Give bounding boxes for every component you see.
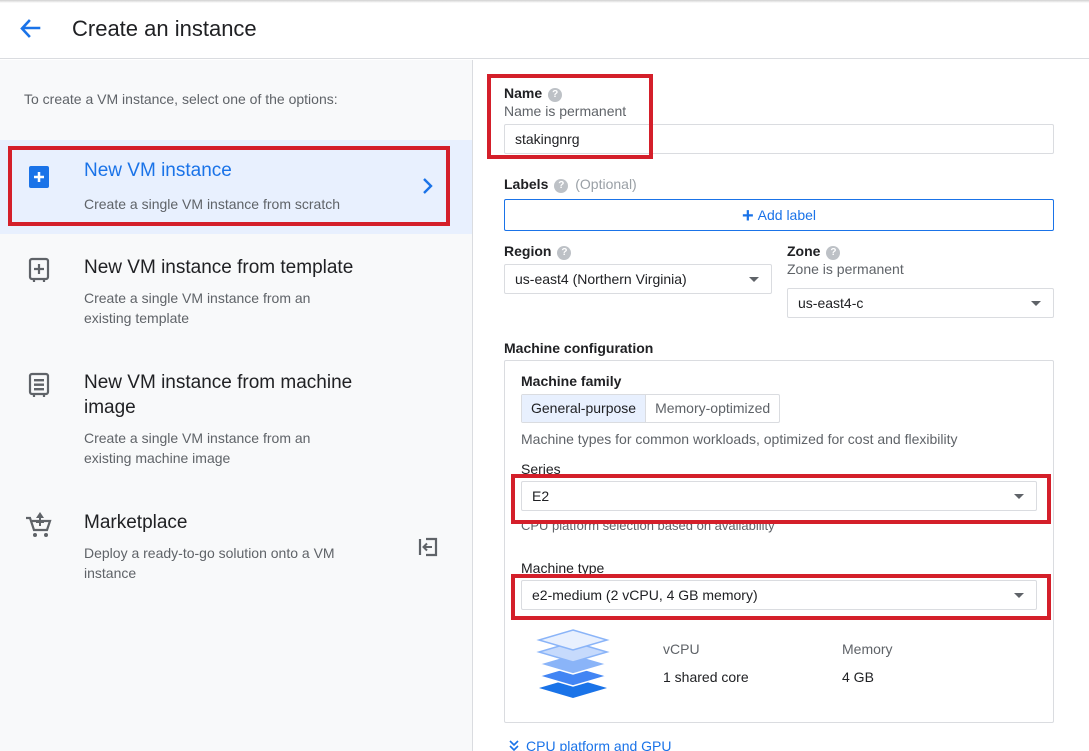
machine-config-label: Machine configuration <box>504 340 654 356</box>
instance-form: Name? Name is permanent stakingnrg Label… <box>474 60 1089 751</box>
option-desc: Create a single VM instance from an exis… <box>84 290 311 326</box>
option-new-vm-from-template[interactable]: New VM instance from template Create a s… <box>0 255 472 335</box>
option-title: New VM instance from template <box>84 257 354 278</box>
option-title: Marketplace <box>84 512 188 533</box>
option-desc: Deploy a ready-to-go solution onto a VM … <box>84 545 335 581</box>
options-intro: To create a VM instance, select one of t… <box>24 91 338 107</box>
exit-icon[interactable] <box>417 536 439 558</box>
option-new-vm-instance[interactable]: New VM instance Create a single VM insta… <box>0 140 472 234</box>
name-label: Name? <box>504 85 563 102</box>
memory-value: 4 GB <box>842 669 874 685</box>
tab-general-purpose[interactable]: General-purpose <box>522 395 647 422</box>
dropdown-caret-icon <box>1014 494 1024 499</box>
series-label: Series <box>521 461 561 477</box>
labels-optional: (Optional) <box>575 176 637 192</box>
cart-icon <box>26 512 52 537</box>
zone-label: Zone? <box>787 243 841 260</box>
machine-image-icon <box>28 372 50 397</box>
page-title: Create an instance <box>72 16 257 41</box>
stack-icon <box>536 629 610 698</box>
tab-memory-optimized[interactable]: Memory-optimized <box>646 395 779 422</box>
dropdown-caret-icon <box>749 277 759 282</box>
zone-select[interactable]: us-east4-c <box>787 288 1054 318</box>
dropdown-caret-icon <box>1031 301 1041 306</box>
option-desc: Create a single VM instance from an exis… <box>84 430 311 466</box>
region-label: Region? <box>504 243 572 260</box>
option-new-vm-from-machine-image[interactable]: New VM instance from machine image Creat… <box>0 370 472 480</box>
back-arrow-icon[interactable] <box>14 14 44 44</box>
cpu-platform-link[interactable]: CPU platform and GPU <box>508 738 672 751</box>
help-icon[interactable]: ? <box>548 88 563 102</box>
vcpu-value: 1 shared core <box>663 669 749 685</box>
help-icon[interactable]: ? <box>826 246 841 260</box>
region-select[interactable]: us-east4 (Northern Virginia) <box>504 264 772 294</box>
chevron-right-icon <box>423 178 433 194</box>
machine-family-label: Machine family <box>521 373 622 389</box>
add-label-button[interactable]: + Add label <box>504 199 1054 231</box>
top-bar: Create an instance <box>0 0 1089 59</box>
plus-icon: + <box>741 205 754 227</box>
option-title: New VM instance <box>84 160 232 181</box>
machine-config-card: Machine family General-purpose Memory-op… <box>504 360 1054 723</box>
series-select[interactable]: E2 <box>521 481 1037 511</box>
memory-label: Memory <box>842 641 893 657</box>
dropdown-caret-icon <box>1014 593 1024 598</box>
option-title: New VM instance from machine image <box>84 372 353 418</box>
add-box-icon <box>29 166 49 188</box>
name-input[interactable]: stakingnrg <box>504 124 1054 154</box>
help-icon[interactable]: ? <box>554 179 569 193</box>
machine-family-tabs: General-purpose Memory-optimized <box>521 394 781 423</box>
options-panel: To create a VM instance, select one of t… <box>0 60 473 751</box>
machine-type-select[interactable]: e2-medium (2 vCPU, 4 GB memory) <box>521 580 1037 610</box>
series-hint: CPU platform selection based on availabi… <box>521 518 775 533</box>
vcpu-label: vCPU <box>663 641 700 657</box>
machine-type-label: Machine type <box>521 560 605 576</box>
template-icon <box>28 257 50 282</box>
labels-label: Labels? (Optional) <box>504 176 637 193</box>
family-desc: Machine types for common workloads, opti… <box>521 431 958 447</box>
top-shadow <box>0 0 1089 3</box>
option-desc: Create a single VM instance from scratch <box>84 196 340 212</box>
name-hint: Name is permanent <box>504 103 627 119</box>
zone-hint: Zone is permanent <box>787 261 904 277</box>
option-marketplace[interactable]: Marketplace Deploy a ready-to-go solutio… <box>0 510 472 590</box>
help-icon[interactable]: ? <box>557 246 572 260</box>
double-chevron-down-icon <box>509 740 519 751</box>
